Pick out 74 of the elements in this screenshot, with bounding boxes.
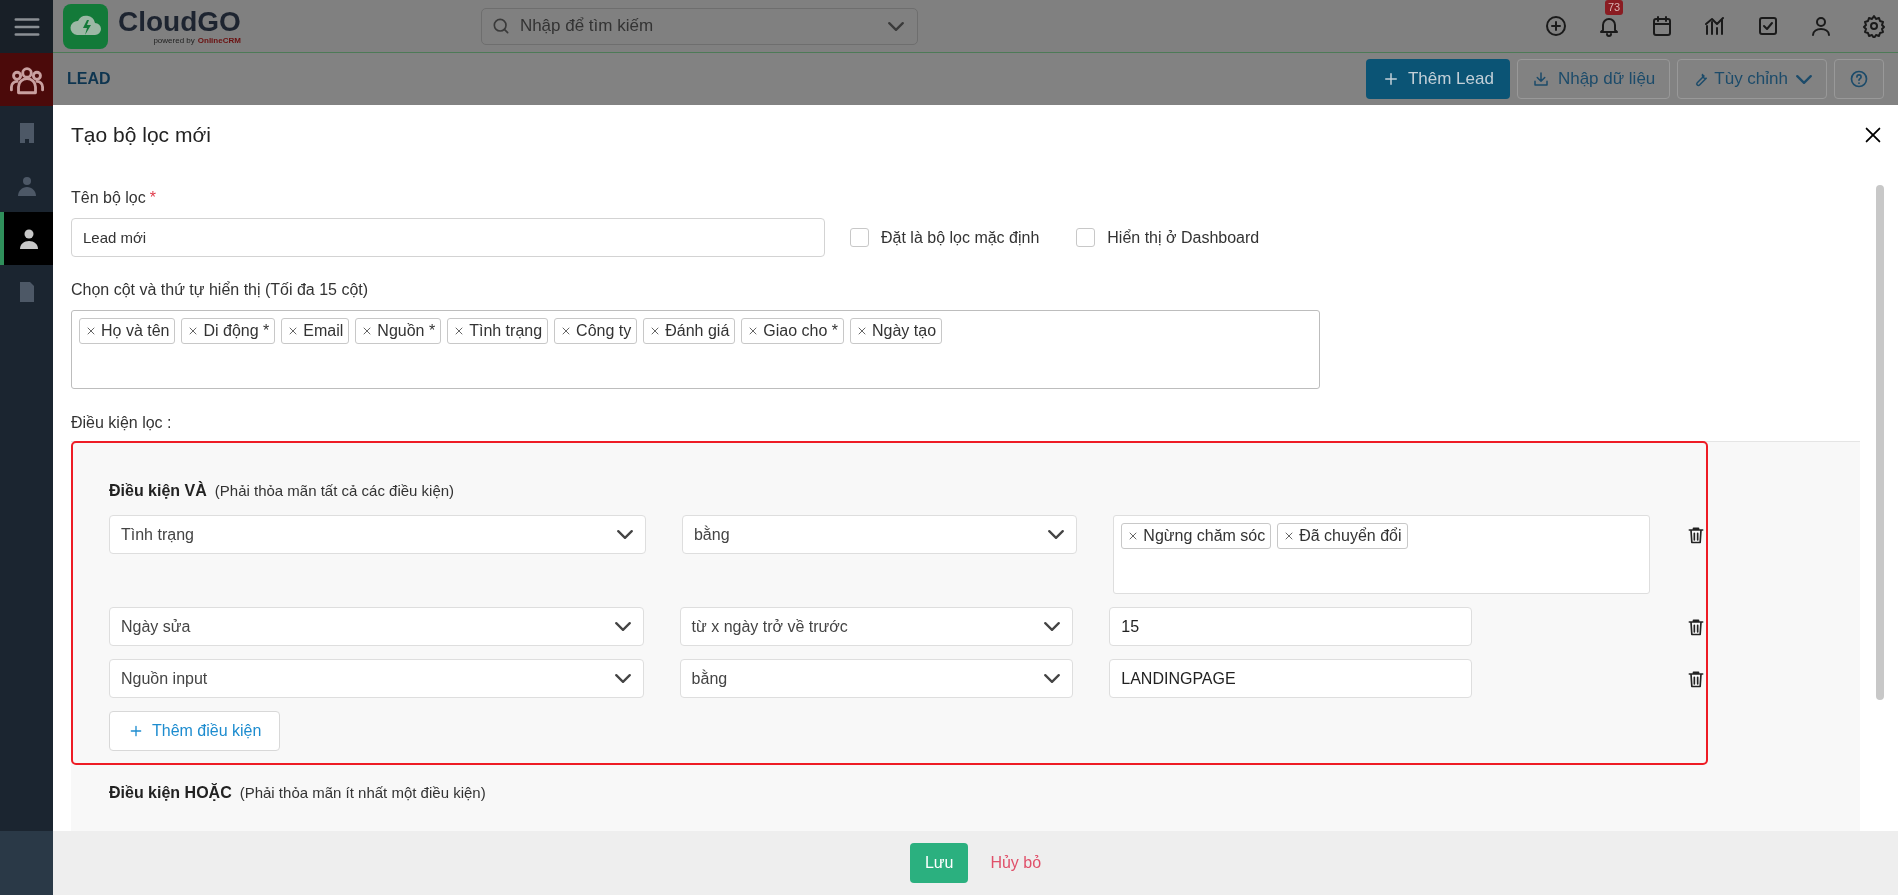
selected-value: Nguồn input [121, 668, 208, 689]
chevron-down-icon [887, 21, 904, 31]
checkbox[interactable] [1076, 228, 1096, 247]
chart-icon[interactable] [1703, 14, 1727, 38]
logo-text: CloudGO [118, 7, 241, 36]
column-tag[interactable]: Di động * [181, 318, 276, 344]
operator-select[interactable]: bằng [681, 515, 1078, 554]
calendar-icon[interactable] [1650, 14, 1674, 38]
column-tag[interactable]: Ngày tạo [850, 318, 943, 344]
brand-text: OnlineCRM [197, 36, 241, 45]
filter-name-field[interactable]: Lead mới [71, 218, 825, 257]
column-tag[interactable]: Email [281, 318, 350, 344]
group-title: Điều kiện HOẶC [109, 782, 232, 803]
dialog-title: Tạo bộ lọc mới [71, 122, 211, 149]
chevron-down-icon [1048, 530, 1065, 539]
add-icon[interactable] [1544, 14, 1568, 38]
download-icon [1531, 70, 1550, 88]
plus-icon [128, 723, 144, 739]
remove-icon [856, 325, 868, 337]
page-title: LEAD [67, 69, 111, 89]
selected-value: Tình trạng [121, 524, 194, 545]
checkbox[interactable] [850, 228, 869, 247]
checkbox-label: Hiển thị ở Dashboard [1107, 227, 1260, 248]
field-select[interactable]: Nguồn input [109, 659, 644, 698]
field-label: Tên bộ lọc [71, 188, 146, 208]
sidebar-footer [0, 831, 53, 895]
chevron-down-icon [616, 530, 633, 539]
operator-select[interactable]: bằng [679, 659, 1074, 698]
column-tag[interactable]: Tình trạng [447, 318, 549, 344]
tagline: powered by [153, 36, 195, 45]
field-select[interactable]: Ngày sửa [109, 607, 644, 646]
settings-icon[interactable] [1862, 14, 1886, 38]
selected-value: từ x ngày trở về trước [691, 616, 848, 637]
chevron-down-icon [614, 674, 631, 683]
chevron-down-icon [1044, 622, 1061, 631]
value-field[interactable]: Ngừng chăm sóc Đã chuyển đổi [1113, 515, 1650, 594]
required-marker: * [149, 188, 156, 208]
field-label: Chọn cột và thứ tự hiển thị (Tối đa 15 cột) [71, 280, 370, 298]
value-tag[interactable]: Ngừng chăm sóc [1121, 523, 1272, 549]
value-field[interactable]: LANDINGPAGE [1109, 659, 1472, 698]
operator-select[interactable]: từ x ngày trở về trước [679, 607, 1074, 646]
user-icon[interactable] [1809, 14, 1833, 38]
notification-badge: 73 [1605, 0, 1624, 15]
chevron-down-icon [614, 622, 631, 631]
group-note: (Phải thỏa mãn ít nhất một điều kiện) [239, 783, 486, 803]
checkbox-icon[interactable] [1756, 14, 1780, 38]
remove-icon [85, 325, 97, 337]
help-button[interactable] [1834, 59, 1884, 99]
column-tag[interactable]: Giao cho * [741, 318, 844, 344]
value-tag[interactable]: Đã chuyển đổi [1277, 523, 1408, 549]
help-icon [1849, 69, 1869, 89]
column-tag[interactable]: Đánh giá [643, 318, 736, 344]
column-tag[interactable]: Họ và tên [79, 318, 176, 344]
column-tag[interactable]: Công ty [554, 318, 638, 344]
field-select[interactable]: Tình trạng [109, 515, 646, 554]
chevron-down-icon [1796, 74, 1812, 84]
group-note: (Phải thỏa mãn tất cả các điều kiện) [214, 481, 455, 501]
section-label: Điều kiện lọc : [71, 413, 173, 431]
add-condition-button[interactable]: Thêm điều kiện [109, 711, 281, 751]
column-tag[interactable]: Nguồn * [355, 318, 442, 344]
chevron-down-icon [1044, 674, 1061, 683]
sidebar-item[interactable] [0, 212, 53, 265]
selected-value: Ngày sửa [121, 616, 191, 637]
group-title: Điều kiện VÀ [109, 480, 207, 501]
search-field[interactable]: Nhập để tìm kiếm [480, 7, 918, 45]
columns-field[interactable]: Họ và tên Di động * Email Nguồn * Tình trạng Công ty Đánh giá Giao cho * Ngày tạo [71, 310, 1320, 389]
selected-value: bằng [693, 524, 730, 545]
selected-value: bằng [691, 668, 728, 689]
logo-icon [63, 3, 108, 49]
sidebar-item[interactable] [0, 53, 53, 106]
checkbox-label: Đặt là bộ lọc mặc định [881, 227, 1040, 248]
add-lead-button[interactable]: Thêm Lead [1365, 59, 1510, 99]
scrollbar-thumb[interactable] [1876, 185, 1884, 700]
value-field[interactable]: 15 [1109, 607, 1472, 646]
